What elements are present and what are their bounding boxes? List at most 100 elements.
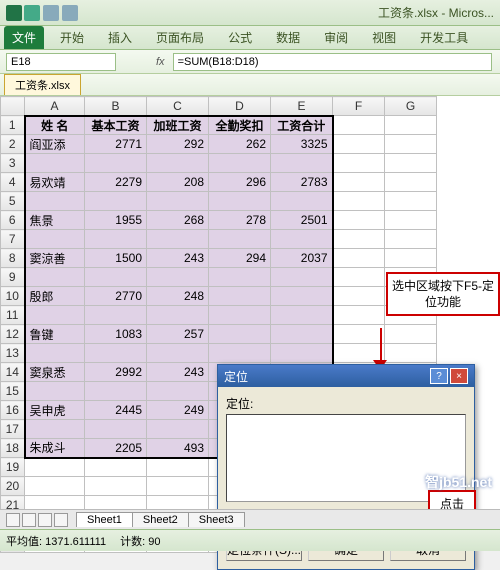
cell[interactable]	[385, 344, 437, 363]
tab-view[interactable]: 视图	[364, 26, 404, 49]
save-icon[interactable]	[24, 5, 40, 21]
cell[interactable]: 吴申虎	[25, 401, 85, 420]
cell[interactable]	[25, 230, 85, 249]
cell[interactable]	[147, 268, 209, 287]
cell[interactable]: 鲁键	[25, 325, 85, 344]
tab-data[interactable]: 数据	[268, 26, 308, 49]
col-header-g[interactable]: G	[385, 97, 437, 116]
cell[interactable]	[147, 230, 209, 249]
sheet-tab-3[interactable]: Sheet3	[188, 512, 245, 527]
cell[interactable]	[385, 173, 437, 192]
tab-formulas[interactable]: 公式	[220, 26, 260, 49]
cell[interactable]	[333, 192, 385, 211]
col-header-b[interactable]: B	[85, 97, 147, 116]
sheet-tab-2[interactable]: Sheet2	[132, 512, 189, 527]
cell[interactable]: 易欢靖	[25, 173, 85, 192]
row-header[interactable]: 15	[1, 382, 25, 401]
last-sheet-icon[interactable]	[54, 513, 68, 527]
cell[interactable]	[333, 249, 385, 268]
cell[interactable]	[25, 477, 85, 496]
row-header[interactable]: 16	[1, 401, 25, 420]
sheet-tab-1[interactable]: Sheet1	[76, 512, 133, 527]
row-header[interactable]: 1	[1, 116, 25, 135]
cell[interactable]	[271, 192, 333, 211]
cell[interactable]	[85, 230, 147, 249]
cell[interactable]	[85, 344, 147, 363]
cell[interactable]	[333, 116, 385, 135]
cell[interactable]	[209, 306, 271, 325]
cell[interactable]: 243	[147, 363, 209, 382]
cell[interactable]	[25, 420, 85, 439]
close-icon[interactable]: ×	[450, 368, 468, 384]
cell[interactable]: 2205	[85, 439, 147, 458]
cell[interactable]	[271, 344, 333, 363]
tab-file[interactable]: 文件	[4, 26, 44, 49]
cell[interactable]	[385, 230, 437, 249]
col-header-d[interactable]: D	[209, 97, 271, 116]
cell[interactable]	[333, 135, 385, 154]
cell[interactable]	[147, 477, 209, 496]
row-header[interactable]: 3	[1, 154, 25, 173]
cell[interactable]: 工资合计	[271, 116, 333, 135]
cell[interactable]	[25, 382, 85, 401]
cell[interactable]	[85, 268, 147, 287]
cell[interactable]	[333, 325, 385, 344]
cell[interactable]	[85, 154, 147, 173]
help-icon[interactable]: ?	[430, 368, 448, 384]
row-header[interactable]: 17	[1, 420, 25, 439]
cell[interactable]: 2445	[85, 401, 147, 420]
cell[interactable]	[385, 325, 437, 344]
cell[interactable]: 493	[147, 439, 209, 458]
cell[interactable]: 249	[147, 401, 209, 420]
cell[interactable]: 208	[147, 173, 209, 192]
redo-icon[interactable]	[62, 5, 78, 21]
cell[interactable]: 焦景	[25, 211, 85, 230]
cell[interactable]	[333, 287, 385, 306]
row-header[interactable]: 12	[1, 325, 25, 344]
row-header[interactable]: 7	[1, 230, 25, 249]
cell[interactable]	[385, 154, 437, 173]
cell[interactable]: 248	[147, 287, 209, 306]
row-header[interactable]: 19	[1, 458, 25, 477]
cell[interactable]	[271, 268, 333, 287]
row-header[interactable]: 13	[1, 344, 25, 363]
cell[interactable]	[147, 458, 209, 477]
cell[interactable]	[333, 306, 385, 325]
workbook-tab[interactable]: 工资条.xlsx	[4, 74, 81, 95]
cell[interactable]: 基本工资	[85, 116, 147, 135]
cell[interactable]	[209, 154, 271, 173]
undo-icon[interactable]	[43, 5, 59, 21]
cell[interactable]: 窦涼善	[25, 249, 85, 268]
cell[interactable]	[271, 325, 333, 344]
row-header[interactable]: 2	[1, 135, 25, 154]
cell[interactable]	[147, 192, 209, 211]
cell[interactable]	[25, 306, 85, 325]
row-header[interactable]: 14	[1, 363, 25, 382]
cell[interactable]: 296	[209, 173, 271, 192]
cell[interactable]	[85, 306, 147, 325]
cell[interactable]: 1955	[85, 211, 147, 230]
cell[interactable]: 阎亚添	[25, 135, 85, 154]
select-all-corner[interactable]	[1, 97, 25, 116]
cell[interactable]	[85, 420, 147, 439]
cell[interactable]: 2770	[85, 287, 147, 306]
cell[interactable]	[333, 211, 385, 230]
next-sheet-icon[interactable]	[38, 513, 52, 527]
tab-layout[interactable]: 页面布局	[148, 26, 212, 49]
cell[interactable]	[147, 306, 209, 325]
row-header[interactable]: 4	[1, 173, 25, 192]
col-header-a[interactable]: A	[25, 97, 85, 116]
row-header[interactable]: 6	[1, 211, 25, 230]
row-header[interactable]: 9	[1, 268, 25, 287]
cell[interactable]	[333, 173, 385, 192]
row-header[interactable]: 20	[1, 477, 25, 496]
cell[interactable]	[25, 154, 85, 173]
col-header-c[interactable]: C	[147, 97, 209, 116]
row-header[interactable]: 10	[1, 287, 25, 306]
tab-dev[interactable]: 开发工具	[412, 26, 476, 49]
first-sheet-icon[interactable]	[6, 513, 20, 527]
cell[interactable]	[209, 230, 271, 249]
row-header[interactable]: 18	[1, 439, 25, 458]
row-header[interactable]: 8	[1, 249, 25, 268]
cell[interactable]: 292	[147, 135, 209, 154]
